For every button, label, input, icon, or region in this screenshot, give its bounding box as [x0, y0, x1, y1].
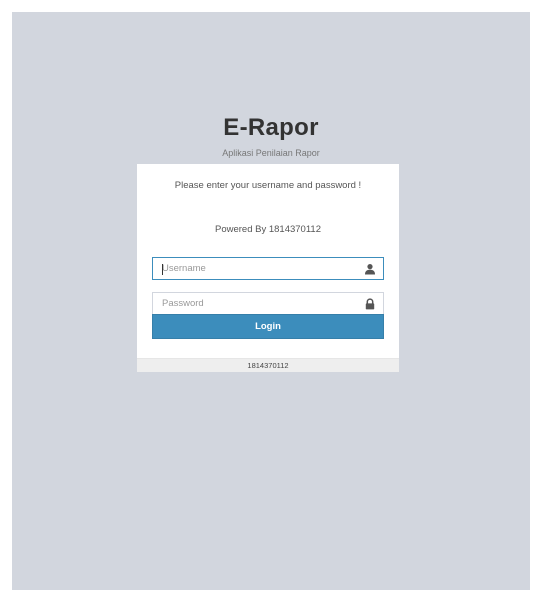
username-field[interactable]: [152, 257, 384, 280]
user-icon: [365, 264, 375, 275]
app-title: E-Rapor: [223, 114, 319, 141]
lock-icon: [365, 298, 375, 310]
login-message: Please enter your username and password …: [174, 180, 362, 191]
text-cursor: [162, 264, 163, 275]
username-input[interactable]: [153, 258, 383, 279]
app-subtitle: Aplikasi Penilaian Rapor: [222, 148, 320, 158]
login-button[interactable]: Login: [152, 314, 384, 339]
password-input[interactable]: [153, 293, 383, 314]
login-footer: 1814370112: [137, 358, 399, 372]
login-box: Please enter your username and password …: [137, 164, 399, 358]
brand-header: E-Rapor Aplikasi Penilaian Rapor: [12, 114, 530, 158]
powered-by-text: Powered By 1814370112: [215, 224, 321, 235]
password-field[interactable]: [152, 292, 384, 315]
